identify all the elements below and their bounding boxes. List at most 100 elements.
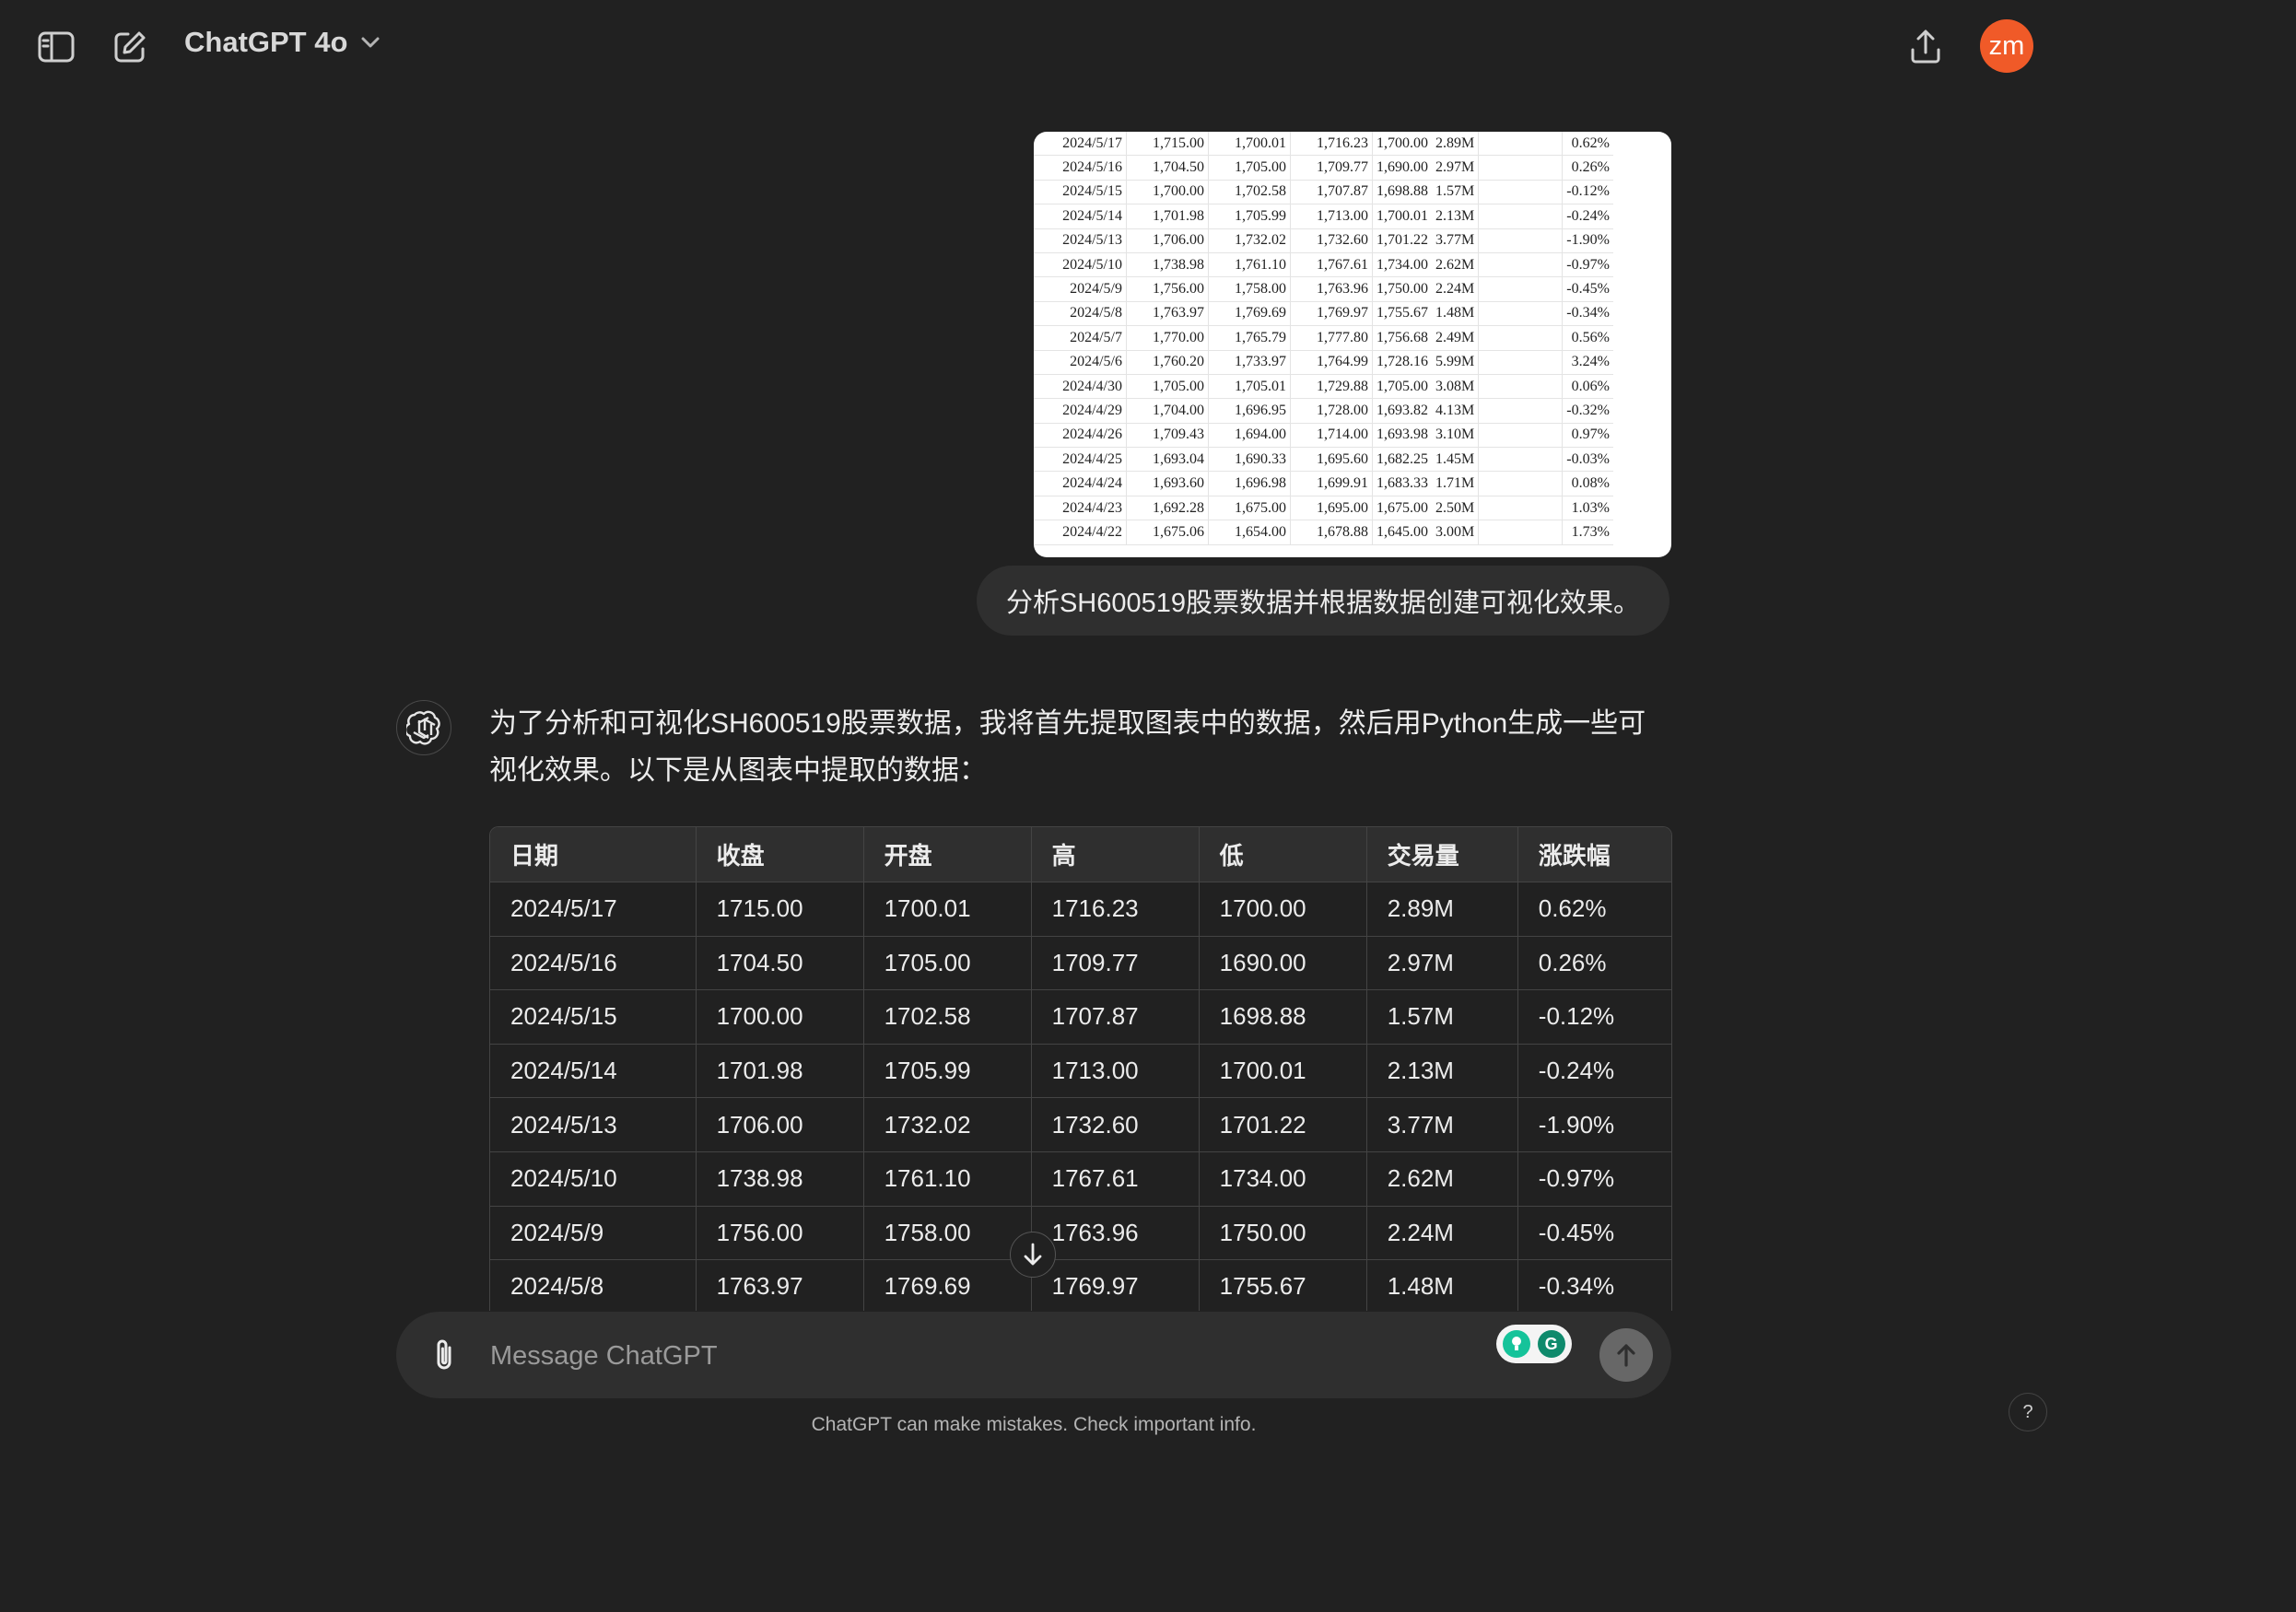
- spreadsheet-cell: 1,693.98: [1372, 423, 1432, 449]
- assistant-message-text: 为了分析和可视化SH600519股票数据，我将首先提取图表中的数据，然后用Pyt…: [489, 708, 1646, 786]
- table-cell: 2.62M: [1366, 1151, 1518, 1207]
- spreadsheet-cell: 1.57M: [1432, 180, 1480, 205]
- table-cell: 1713.00: [1031, 1044, 1200, 1099]
- spreadsheet-cell: 1,732.60: [1290, 228, 1373, 253]
- table-cell: 1.48M: [1366, 1259, 1518, 1311]
- spreadsheet-cell: 3.77M: [1432, 228, 1480, 253]
- spreadsheet-cell: -0.32%: [1562, 398, 1613, 424]
- spreadsheet-cell: 2024/4/29: [1034, 398, 1127, 424]
- spreadsheet-row: 2024/4/25 1,693.04 1,690.33 1,695.60 1,682.2…: [1034, 447, 1613, 473]
- table-cell: -0.97%: [1517, 1151, 1671, 1207]
- spreadsheet-cell: 1,764.99: [1290, 350, 1373, 375]
- table-cell: 1769.69: [863, 1259, 1032, 1311]
- spreadsheet-row: 2024/5/13 1,706.00 1,732.02 1,732.60 1,701.2…: [1034, 228, 1613, 253]
- spreadsheet-cell: 1,750.00: [1372, 276, 1432, 302]
- table-cell: 2.24M: [1366, 1206, 1518, 1261]
- model-selector[interactable]: ChatGPT 4o: [184, 26, 381, 59]
- spreadsheet-cell: 2024/5/14: [1034, 204, 1127, 229]
- table-header-cell: 高: [1031, 827, 1200, 882]
- spreadsheet-row: 2024/5/14 1,701.98 1,705.99 1,713.00 1,700.0…: [1034, 204, 1613, 229]
- spreadsheet-cell: 4.13M: [1432, 398, 1480, 424]
- spreadsheet-cell: 2.50M: [1432, 496, 1480, 521]
- spreadsheet-cell: -0.12%: [1562, 180, 1613, 205]
- spreadsheet-row: 2024/4/22 1,675.06 1,654.00 1,678.88 1,645.0…: [1034, 520, 1613, 545]
- share-button[interactable]: [1905, 26, 1946, 66]
- attached-spreadsheet-image[interactable]: 2024/5/17 1,715.00 1,700.01 1,716.23 1,700.0…: [1034, 132, 1671, 557]
- new-chat-button[interactable]: [111, 28, 149, 66]
- table-cell: -0.24%: [1517, 1044, 1671, 1099]
- table-row: 2024/5/9 1756.00 1758.00 1763.96 1750.00 2.24…: [490, 1206, 1671, 1261]
- spreadsheet-row: 2024/5/10 1,738.98 1,761.10 1,767.61 1,734.0…: [1034, 252, 1613, 278]
- top-bar: ChatGPT 4o zm: [0, 0, 2296, 92]
- spreadsheet-cell: 0.06%: [1562, 374, 1613, 400]
- spreadsheet-cell: [1478, 423, 1564, 449]
- help-button[interactable]: ?: [2009, 1393, 2047, 1431]
- spreadsheet-row: 2024/5/16 1,704.50 1,705.00 1,709.77 1,690.0…: [1034, 155, 1613, 181]
- stock-data-table: 日期 收盘 开盘高低交易量 涨跌幅 2024/5/17 1715.00 1700.01 17…: [490, 827, 1671, 1311]
- table-cell: 1700.01: [863, 882, 1032, 937]
- spreadsheet-cell: -0.03%: [1562, 447, 1613, 473]
- table-cell: 1758.00: [863, 1206, 1032, 1261]
- spreadsheet-cell: 1,767.61: [1290, 252, 1373, 278]
- table-header-row: 日期 收盘 开盘高低交易量 涨跌幅: [490, 827, 1671, 882]
- spreadsheet-cell: -0.45%: [1562, 276, 1613, 302]
- scroll-to-bottom-button[interactable]: [1010, 1232, 1056, 1278]
- spreadsheet-cell: 1,693.82: [1372, 398, 1432, 424]
- table-cell: 1700.00: [1199, 882, 1367, 937]
- table-header-cell: 收盘: [696, 827, 864, 882]
- spreadsheet-cell: 1,698.88: [1372, 180, 1432, 205]
- spreadsheet-cell: 1,705.00: [1126, 374, 1209, 400]
- spreadsheet-row: 2024/5/7 1,770.00 1,765.79 1,777.80 1,756.68…: [1034, 325, 1613, 351]
- spreadsheet-cell: 1,696.95: [1208, 398, 1291, 424]
- table-header-cell: 涨跌幅: [1517, 827, 1671, 882]
- spreadsheet-cell: [1478, 520, 1564, 545]
- table-cell: 1767.61: [1031, 1151, 1200, 1207]
- table-cell: 1763.96: [1031, 1206, 1200, 1261]
- spreadsheet-cell: 1,756.00: [1126, 276, 1209, 302]
- user-avatar[interactable]: zm: [1980, 19, 2033, 73]
- sidebar-toggle-button[interactable]: [37, 28, 76, 66]
- spreadsheet-cell: [1478, 325, 1564, 351]
- spreadsheet-cell: 1,709.43: [1126, 423, 1209, 449]
- spreadsheet-cell: 1,683.33: [1372, 471, 1432, 496]
- table-cell: 1756.00: [696, 1206, 864, 1261]
- spreadsheet-row: 2024/5/8 1,763.97 1,769.69 1,769.97 1,755.67…: [1034, 301, 1613, 327]
- paperclip-icon: [437, 1339, 451, 1370]
- table-cell: 2024/5/9: [490, 1206, 697, 1261]
- spreadsheet-cell: 1,734.00: [1372, 252, 1432, 278]
- table-header-cell: 日期: [490, 827, 697, 882]
- grammarly-logo-icon[interactable]: G: [1537, 1330, 1565, 1358]
- table-header-cell: 低: [1199, 827, 1367, 882]
- spreadsheet-table: 2024/5/17 1,715.00 1,700.01 1,716.23 1,700.0…: [1034, 132, 1613, 545]
- message-input[interactable]: [488, 1332, 1303, 1380]
- table-row: 2024/5/13 1706.00 1732.02 1732.60 1701.22 3.7…: [490, 1097, 1671, 1152]
- send-button[interactable]: [1599, 1328, 1653, 1382]
- spreadsheet-cell: 1,700.01: [1208, 132, 1291, 157]
- spreadsheet-cell: [1478, 447, 1564, 473]
- help-label: ?: [2022, 1401, 2033, 1422]
- chevron-down-icon: [361, 37, 380, 48]
- table-cell: 1763.97: [696, 1259, 864, 1311]
- spreadsheet-cell: 2024/4/22: [1034, 520, 1127, 545]
- grammarly-widget[interactable]: G: [1496, 1325, 1572, 1363]
- table-cell: 1707.87: [1031, 989, 1200, 1045]
- table-cell: 1750.00: [1199, 1206, 1367, 1261]
- table-cell: -0.45%: [1517, 1206, 1671, 1261]
- table-cell: 2024/5/8: [490, 1259, 697, 1311]
- table-cell: 2.89M: [1366, 882, 1518, 937]
- table-cell: 1690.00: [1199, 936, 1367, 991]
- table-cell: 0.26%: [1517, 936, 1671, 991]
- spreadsheet-cell: 1.48M: [1432, 301, 1480, 327]
- spreadsheet-cell: 3.00M: [1432, 520, 1480, 545]
- spreadsheet-row: 2024/5/17 1,715.00 1,700.01 1,716.23 1,700.0…: [1034, 132, 1613, 157]
- table-cell: 1.57M: [1366, 989, 1518, 1045]
- attach-file-button[interactable]: [424, 1335, 464, 1375]
- table-row: 2024/5/15 1700.00 1702.58 1707.87 1698.88 1.5…: [490, 989, 1671, 1045]
- table-cell: 1698.88: [1199, 989, 1367, 1045]
- upload-icon: [1911, 29, 1940, 64]
- grammarly-suggestion-icon[interactable]: [1503, 1330, 1531, 1358]
- spreadsheet-cell: 0.62%: [1562, 132, 1613, 157]
- assistant-avatar: [396, 700, 451, 755]
- spreadsheet-cell: 1,682.25: [1372, 447, 1432, 473]
- spreadsheet-cell: 0.08%: [1562, 471, 1613, 496]
